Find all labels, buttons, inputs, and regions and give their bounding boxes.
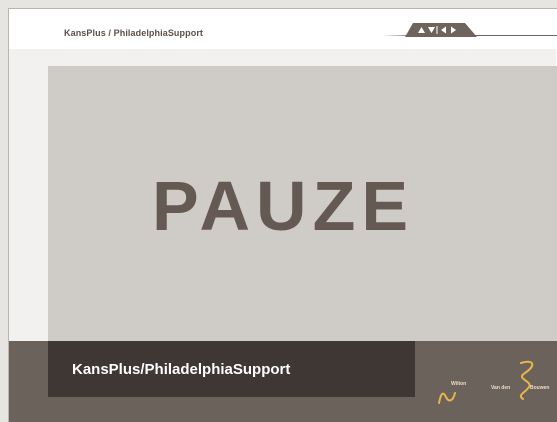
previous-arrow-icon — [441, 26, 446, 34]
logo-word-middle: Van den — [491, 385, 511, 391]
footer-title: KansPlus/PhiladelphiaSupport — [72, 360, 291, 378]
footer-title-box: KansPlus/PhiladelphiaSupport — [48, 341, 415, 397]
pause-screen: PAUZE — [48, 66, 557, 341]
logo-word-left: Wilton — [451, 381, 467, 387]
footer-bar: KansPlus/PhiladelphiaSupport Wilton Van … — [9, 341, 557, 422]
slide-navigation — [405, 23, 477, 37]
next-arrow-icon — [451, 26, 456, 34]
nav-previous-button[interactable] — [439, 23, 448, 37]
breadcrumb: KansPlus / PhiladelphiaSupport — [64, 28, 204, 38]
logo-word-right: Bouwen — [530, 385, 550, 391]
down-arrow-icon — [428, 27, 435, 33]
nav-next-button[interactable] — [449, 23, 458, 37]
pause-label: PAUZE — [151, 166, 415, 245]
logo-squiggle-graphic — [438, 360, 534, 404]
up-arrow-icon — [418, 27, 425, 33]
nav-down-button[interactable] — [427, 23, 436, 37]
nav-up-button[interactable] — [417, 23, 426, 37]
slide-frame: KansPlus / PhiladelphiaSupport PAUZE Kan… — [8, 8, 557, 422]
header-bar: KansPlus / PhiladelphiaSupport — [9, 9, 557, 49]
company-logo: Wilton Van den Bouwen — [429, 353, 557, 413]
